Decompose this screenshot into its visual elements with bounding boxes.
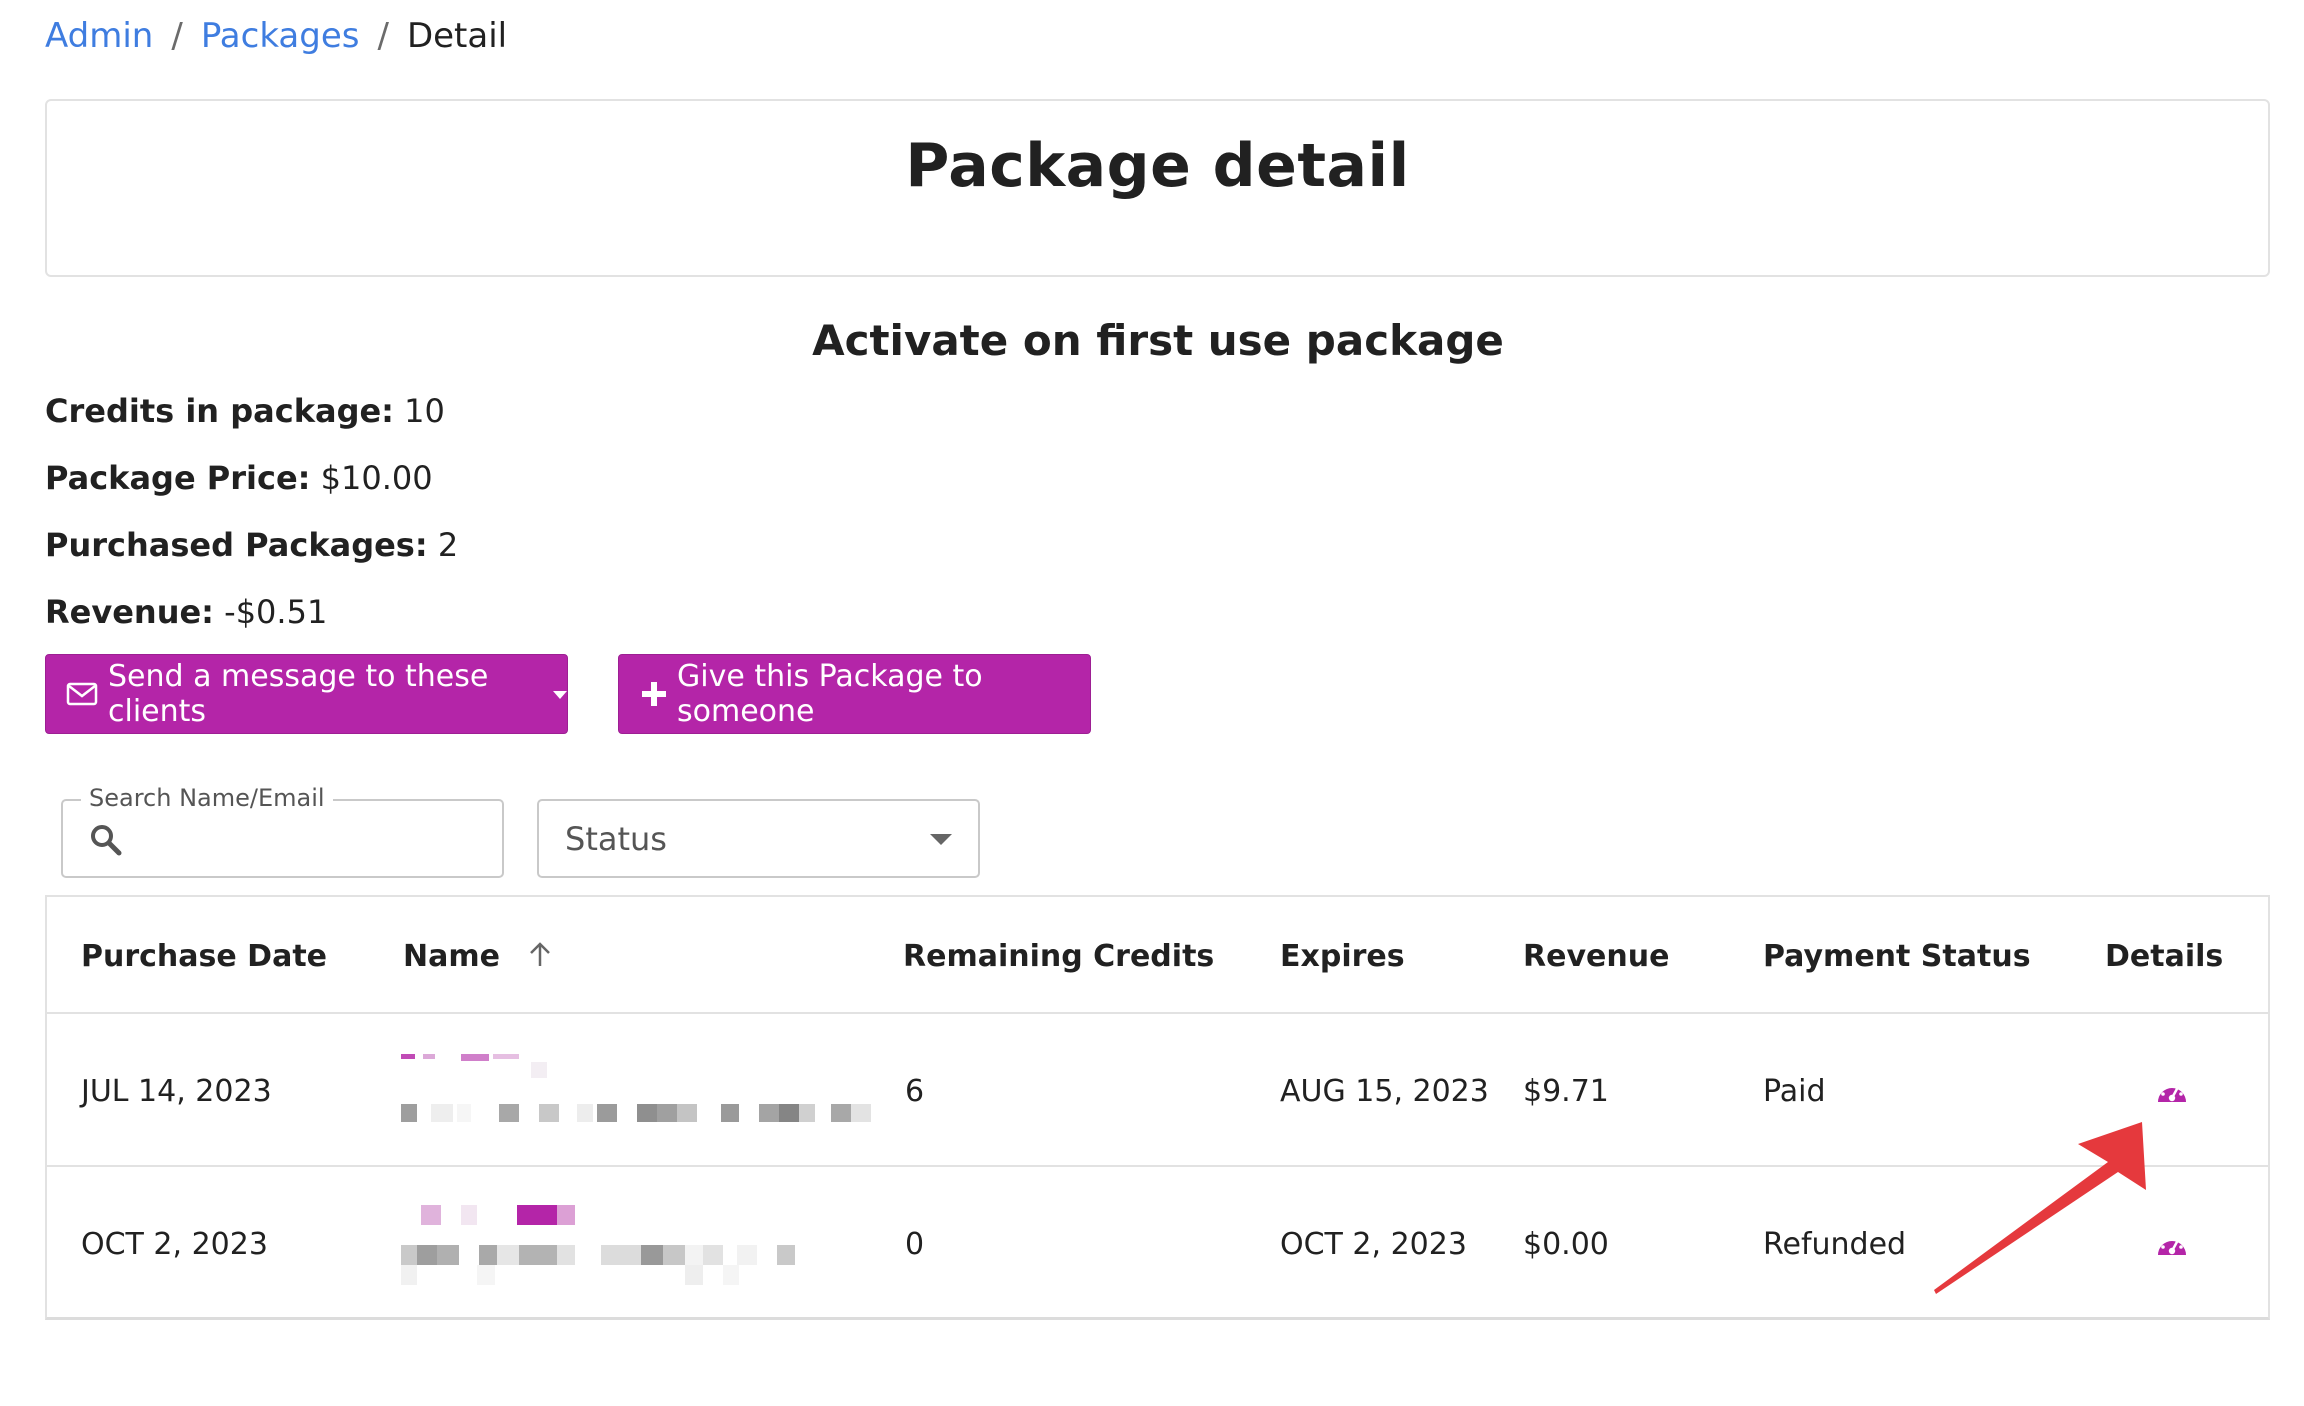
status-select-value: Status <box>565 819 667 858</box>
speedometer-icon[interactable] <box>2154 1074 2190 1110</box>
header-remaining-credits[interactable]: Remaining Credits <box>903 939 1214 974</box>
breadcrumb-admin-link[interactable]: Admin <box>45 16 153 56</box>
search-icon <box>89 823 123 861</box>
remaining-credits-cell: 0 <box>905 1227 925 1262</box>
give-package-label: Give this Package to someone <box>677 659 983 729</box>
breadcrumb: Admin / Packages / Detail <box>45 16 507 56</box>
revenue-cell: $9.71 <box>1523 1074 1609 1109</box>
purchased-label: Purchased Packages: <box>45 526 428 564</box>
purchased-value: 2 <box>437 526 459 564</box>
header-name[interactable]: Name <box>403 939 552 975</box>
purchased-stat: Purchased Packages: 2 <box>45 526 458 564</box>
header-purchase-date[interactable]: Purchase Date <box>81 939 327 974</box>
search-field[interactable]: Search Name/Email <box>61 784 504 878</box>
sort-up-icon <box>528 940 552 975</box>
price-label: Package Price: <box>45 459 311 497</box>
header-revenue[interactable]: Revenue <box>1523 939 1669 974</box>
revenue-stat: Revenue: -$0.51 <box>45 593 327 631</box>
page-title: Package detail <box>905 131 1410 201</box>
envelope-icon <box>66 682 98 706</box>
send-message-label: Send a message to these clients <box>108 659 489 729</box>
payment-status-cell: Refunded <box>1763 1227 1907 1262</box>
annotation-arrow <box>1930 1110 2160 1314</box>
package-name: Activate on first use package <box>812 316 1504 365</box>
table-header-row: Purchase Date Name Remaining Credits Exp… <box>47 897 2268 1014</box>
send-message-button[interactable]: Send a message to these clients <box>45 654 568 734</box>
credits-stat: Credits in package: 10 <box>45 392 445 430</box>
breadcrumb-separator: / <box>377 16 389 56</box>
credits-value: 10 <box>404 392 445 430</box>
search-field-label: Search Name/Email <box>81 784 333 812</box>
header-name-label: Name <box>403 939 500 974</box>
credits-label: Credits in package: <box>45 392 394 430</box>
price-stat: Package Price: $10.00 <box>45 459 433 497</box>
header-payment-status[interactable]: Payment Status <box>1763 939 2031 974</box>
chevron-down-icon <box>553 691 567 699</box>
purchase-date-cell: OCT 2, 2023 <box>81 1227 268 1262</box>
revenue-cell: $0.00 <box>1523 1227 1609 1262</box>
breadcrumb-separator: / <box>171 16 183 56</box>
breadcrumb-packages-link[interactable]: Packages <box>201 16 360 56</box>
revenue-label: Revenue: <box>45 593 214 631</box>
give-package-button[interactable]: Give this Package to someone <box>618 654 1091 734</box>
redacted-client-name <box>401 1205 881 1295</box>
revenue-value: -$0.51 <box>224 593 328 631</box>
redacted-client-name <box>401 1054 721 1124</box>
expires-cell: OCT 2, 2023 <box>1280 1227 1467 1262</box>
expires-cell: AUG 15, 2023 <box>1280 1074 1489 1109</box>
price-value: $10.00 <box>320 459 433 497</box>
plus-icon <box>641 681 667 707</box>
page: Admin / Packages / Detail Package detail… <box>0 0 2304 1406</box>
status-select[interactable]: Status <box>537 799 980 878</box>
header-details: Details <box>2105 939 2224 974</box>
header-expires[interactable]: Expires <box>1280 939 1405 974</box>
purchase-date-cell: JUL 14, 2023 <box>81 1074 272 1109</box>
chevron-down-icon <box>930 834 952 845</box>
redacted-client-email <box>721 1104 881 1124</box>
title-card: Package detail <box>45 99 2270 277</box>
breadcrumb-current: Detail <box>406 16 508 56</box>
payment-status-cell: Paid <box>1763 1074 1826 1109</box>
search-input[interactable] <box>135 817 489 863</box>
remaining-credits-cell: 6 <box>905 1074 925 1109</box>
